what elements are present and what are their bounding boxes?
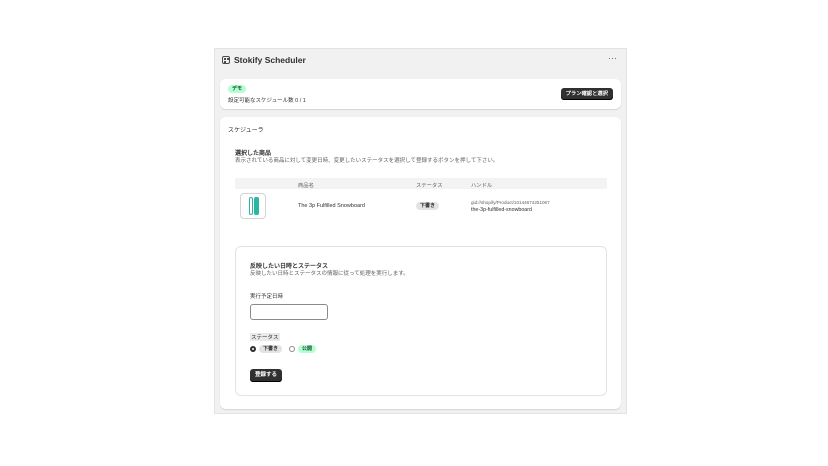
column-header-status: ステータス (416, 183, 443, 189)
column-header-handle: ハンドル (471, 183, 493, 189)
app-title: Stokify Scheduler (234, 55, 306, 65)
option-public-label[interactable]: 公開 (298, 345, 317, 353)
status-badge: 下書き (416, 202, 440, 210)
product-handle: the-3p-fulfilled-snowboard (471, 207, 532, 213)
schedule-count-text: 設定可能なスケジュール数 0 / 1 (228, 98, 306, 104)
column-header-name: 商品名 (298, 183, 314, 189)
plan-select-button[interactable]: プラン確認と選択 (560, 88, 613, 100)
radio-draft[interactable] (250, 346, 256, 352)
demo-badge: デモ (228, 85, 247, 93)
app-titlebar: Stokify Scheduler ··· (215, 49, 626, 73)
submit-button[interactable]: 登録する (250, 369, 283, 382)
date-input[interactable] (250, 304, 328, 320)
form-description: 反映したい日時とステータスの情報に従って処理を実行します。 (250, 271, 409, 277)
product-thumbnail (240, 193, 266, 219)
app-icon (222, 56, 230, 64)
snowboard-image (254, 197, 259, 215)
table-row[interactable]: The 3p Fulfilled Snowboard 下書き gid://sho… (235, 189, 607, 223)
status-label: ステータス (250, 333, 280, 341)
app-window: Stokify Scheduler ··· デモ 設定可能なスケジュール数 0 … (214, 48, 627, 414)
selected-products-description: 表示されている商品に対して変更日時、変更したいステータスを選択して登録するボタン… (235, 158, 499, 164)
product-gid: gid://shopify/Product/10144674251067 (471, 200, 550, 205)
date-label: 実行予定日時 (250, 294, 284, 300)
scheduler-title: スケジューラ (228, 128, 264, 134)
more-horizontal-icon[interactable]: ··· (608, 53, 617, 63)
snowboard-image (249, 197, 253, 215)
schedule-form: 反映したい日時とステータス 反映したい日時とステータスの情報に従って処理を実行し… (235, 246, 607, 396)
option-draft-label[interactable]: 下書き (259, 345, 283, 353)
plan-card: デモ 設定可能なスケジュール数 0 / 1 プラン確認と選択 (220, 79, 621, 109)
radio-public[interactable] (289, 346, 295, 352)
scheduler-card: スケジューラ 選択した商品 表示されている商品に対して変更日時、変更したいステー… (220, 117, 621, 409)
product-name: The 3p Fulfilled Snowboard (298, 203, 365, 209)
table-header: 商品名 ステータス ハンドル (235, 178, 607, 189)
